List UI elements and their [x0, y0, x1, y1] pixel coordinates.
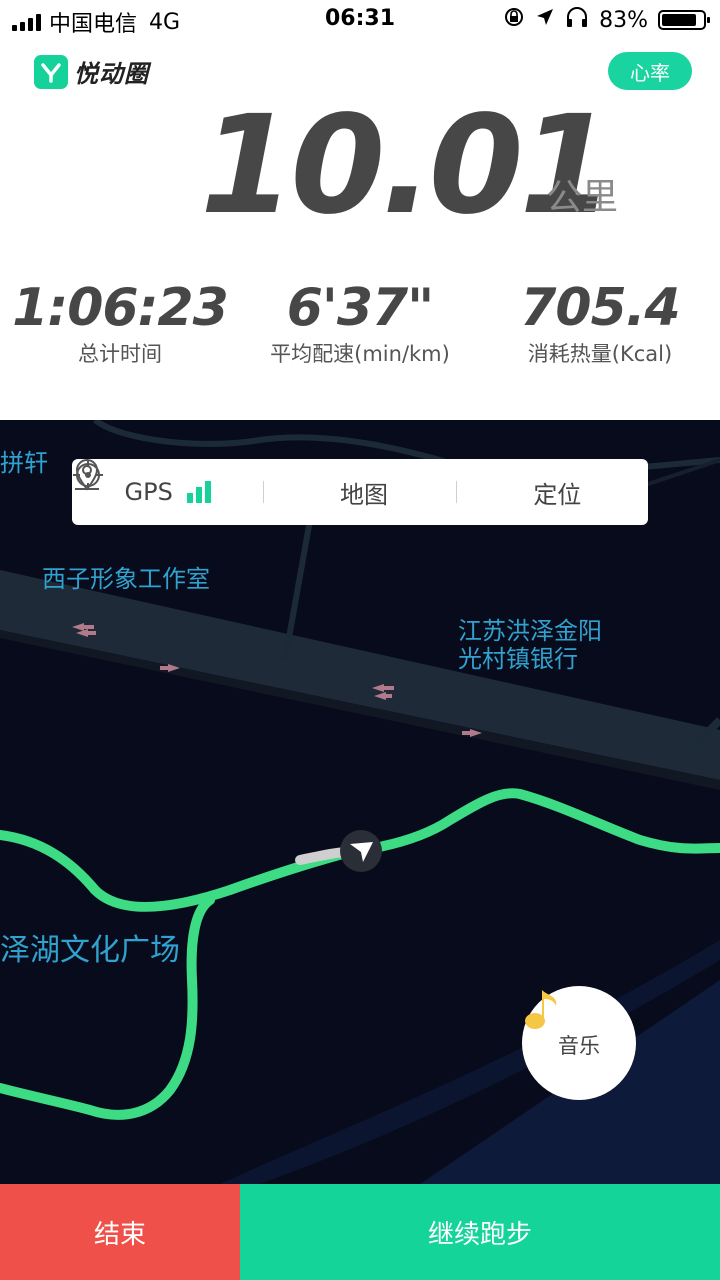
stat-value: 705.4 — [520, 278, 680, 338]
current-position-icon — [340, 830, 382, 872]
distance-display: 10.01 公里 — [0, 96, 720, 236]
run-map[interactable]: 拼轩 西子形象工作室 江苏洪泽金阳 光村镇银行 泽湖文化广场 GPS 地图 定位 — [0, 420, 720, 1184]
map-toolbar: GPS 地图 定位 — [72, 459, 648, 525]
status-bar: 中国电信 4G 06:31 83% — [0, 0, 720, 40]
map-label: 西子形象工作室 — [42, 565, 210, 593]
stat-label: 消耗热量(Kcal) — [527, 342, 673, 366]
stat-average-pace: 6'37" 平均配速(min/km) — [240, 280, 480, 368]
headphones-icon — [565, 6, 589, 34]
map-road — [0, 570, 720, 780]
status-right: 83% — [503, 6, 710, 34]
run-stats: 1:06:23 总计时间 6'37" 平均配速(min/km) 705.4 消耗… — [0, 280, 720, 380]
music-label: 音乐 — [558, 1034, 600, 1058]
map-label: 江苏洪泽金阳 — [458, 617, 602, 645]
stat-value: 1:06:23 — [12, 278, 229, 338]
app-name: 悦动圈 — [74, 60, 149, 88]
distance-unit: 公里 — [546, 177, 619, 218]
stat-calories: 705.4 消耗热量(Kcal) — [480, 280, 720, 368]
locate-button[interactable]: 定位 — [73, 459, 648, 525]
battery-label: 83% — [599, 7, 648, 33]
map-mode-label: 地图 — [339, 480, 388, 509]
gps-label: GPS — [124, 478, 173, 506]
map-label: 拼轩 — [0, 449, 48, 477]
stat-total-time: 1:06:23 总计时间 — [0, 280, 240, 368]
end-run-button[interactable]: 结束 — [0, 1184, 240, 1280]
locate-label: 定位 — [533, 480, 582, 509]
app-logo: 悦动圈 — [34, 54, 149, 89]
location-icon — [535, 7, 555, 33]
map-label: 光村镇银行 — [458, 645, 578, 673]
battery-icon — [658, 10, 710, 30]
map-label: 泽湖文化广场 — [0, 933, 180, 968]
gps-signal-icon — [186, 481, 211, 503]
stat-label: 总计时间 — [78, 342, 162, 366]
heart-rate-button[interactable]: 心率 — [608, 52, 692, 90]
continue-run-button[interactable]: 继续跑步 — [240, 1184, 720, 1280]
map-mode-button[interactable]: 地图 — [75, 459, 455, 525]
rotation-lock-icon — [503, 6, 525, 34]
logo-mark-icon — [34, 54, 68, 89]
music-button[interactable]: 音乐 — [522, 986, 636, 1100]
stat-label: 平均配速(min/km) — [270, 342, 450, 366]
stat-value: 6'37" — [286, 278, 435, 338]
